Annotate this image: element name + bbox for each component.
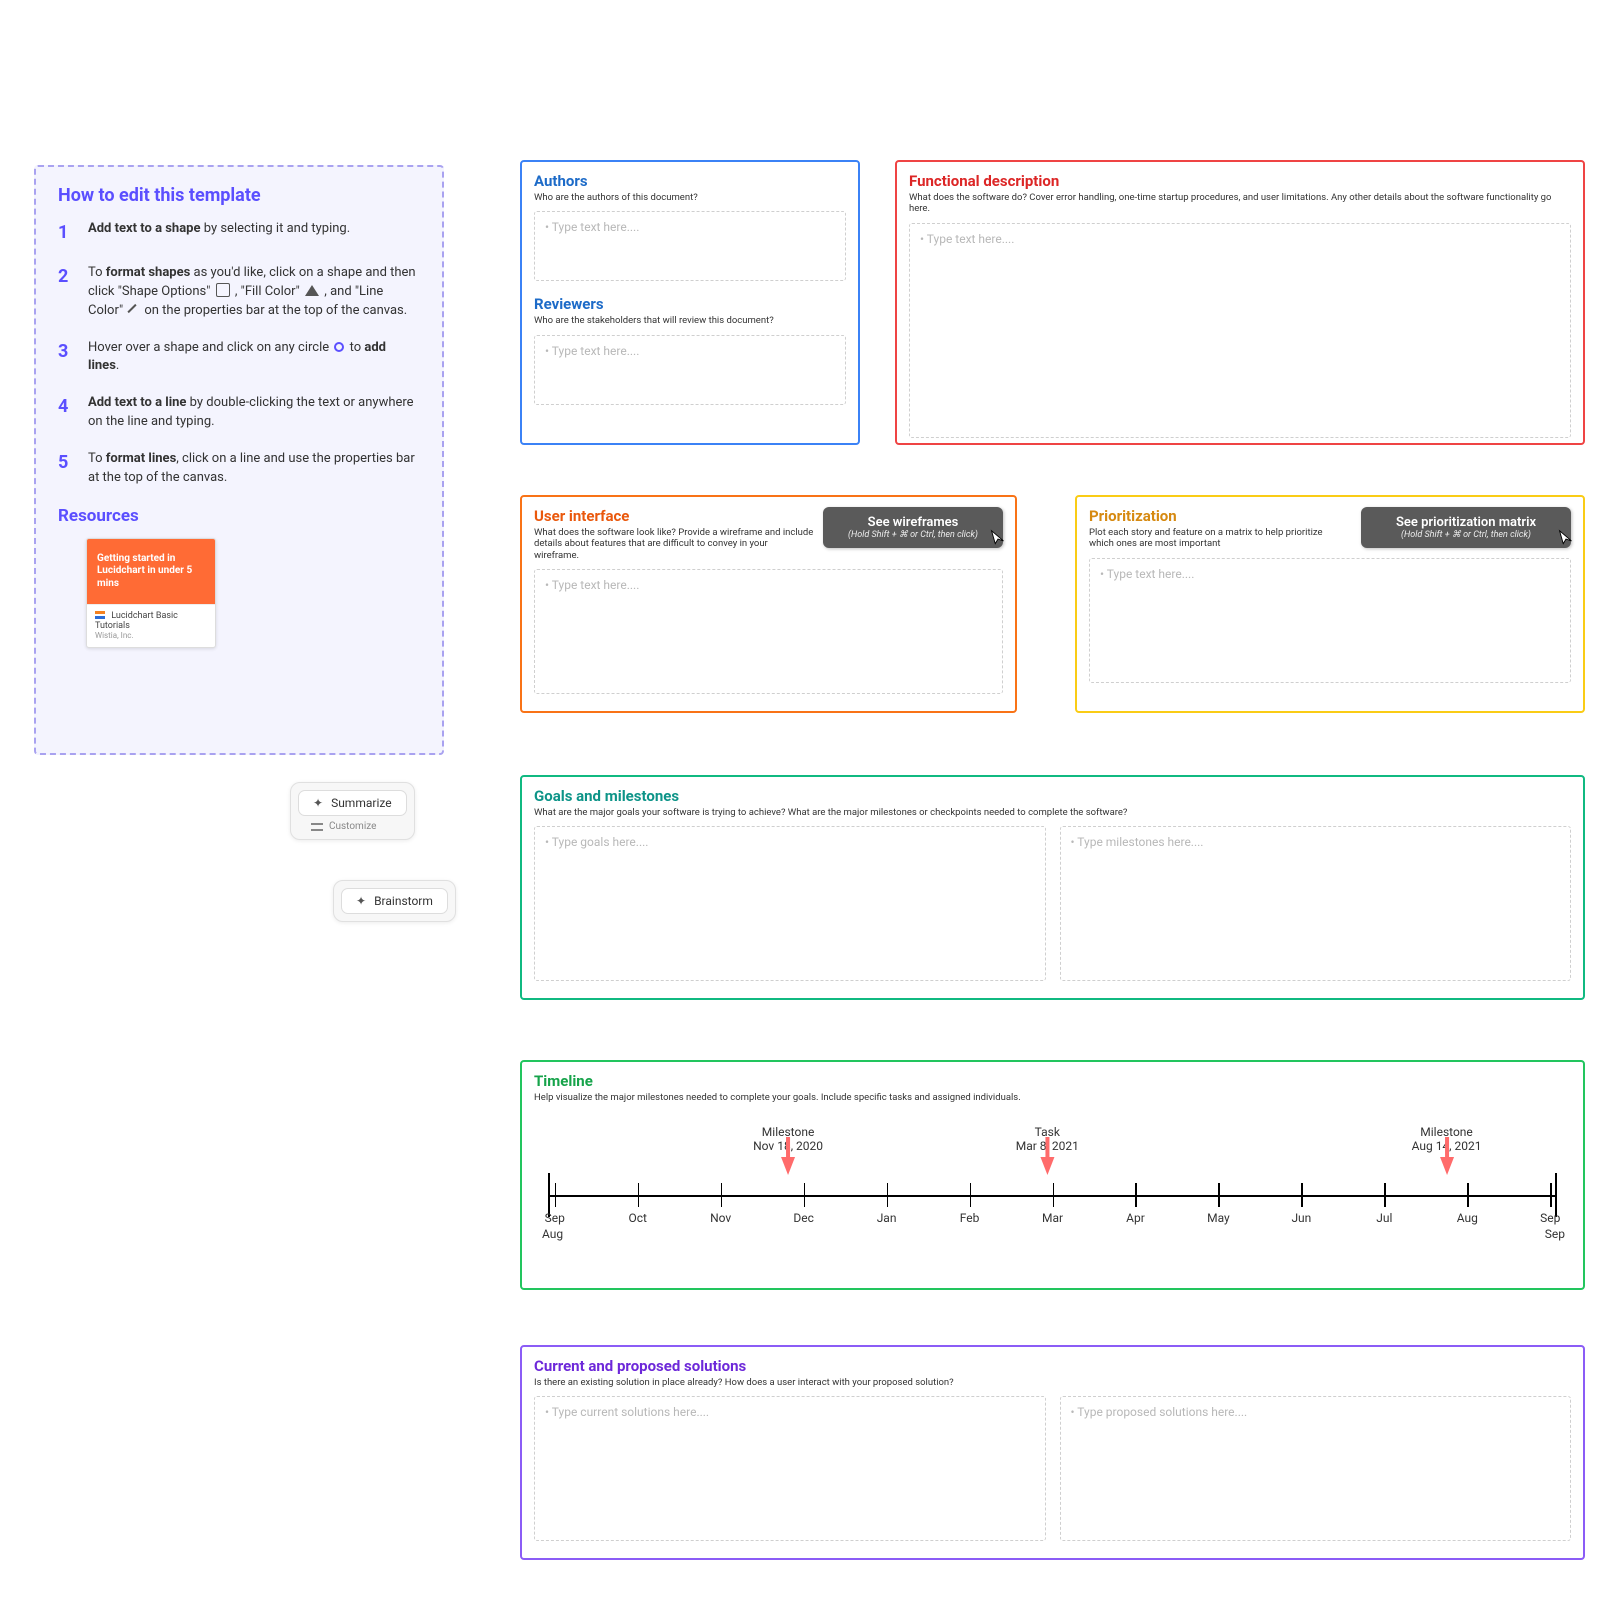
timeline-section[interactable]: Timeline Help visualize the major milest… <box>520 1060 1585 1290</box>
timeline-month-label: Jul <box>1376 1211 1392 1225</box>
timeline-start-label: Aug <box>542 1227 563 1241</box>
reviewers-desc: Who are the stakeholders that will revie… <box>534 315 846 326</box>
cursor-icon <box>987 529 1009 554</box>
timeline-month-label: Feb <box>960 1211 980 1225</box>
howto-step-1: Add text to a shape by selecting it and … <box>88 220 350 246</box>
authors-title: Authors <box>534 172 846 190</box>
resources-heading: Resources <box>58 506 420 526</box>
ui-section[interactable]: User interface What does the software lo… <box>520 495 1017 713</box>
timeline-month-label: Jan <box>877 1211 897 1225</box>
goals-textbox[interactable]: • Type goals here.... <box>534 826 1046 981</box>
timeline-canvas[interactable]: SepOctNovDecJanFebMarAprMayJunJulAugSep … <box>534 1125 1571 1245</box>
current-solutions-textbox[interactable]: • Type current solutions here.... <box>534 1396 1046 1541</box>
reviewers-title: Reviewers <box>534 295 846 313</box>
fill-color-icon <box>305 285 319 296</box>
functional-section[interactable]: Functional description What does the sof… <box>895 160 1585 445</box>
functional-textbox[interactable]: • Type text here.... <box>909 223 1571 438</box>
functional-desc: What does the software do? Cover error h… <box>909 192 1571 215</box>
timeline-month-label: May <box>1207 1211 1230 1225</box>
prioritization-section[interactable]: Prioritization Plot each story and featu… <box>1075 495 1585 713</box>
brainstorm-button[interactable]: ✦ Brainstorm <box>341 888 448 914</box>
goals-section[interactable]: Goals and milestones What are the major … <box>520 775 1585 1000</box>
ui-desc: What does the software look like? Provid… <box>534 527 814 561</box>
reviewers-textbox[interactable]: • Type text here.... <box>534 335 846 405</box>
authors-textbox[interactable]: • Type text here.... <box>534 211 846 281</box>
timeline-desc: Help visualize the major milestones need… <box>534 1092 1571 1103</box>
timeline-marker[interactable]: MilestoneAug 14, 2021 <box>1412 1125 1482 1175</box>
timeline-month-label: Apr <box>1126 1211 1145 1225</box>
resource-caption: Lucidchart Basic Tutorials Wistia, Inc. <box>87 604 215 647</box>
ai-pill-group-summarize: ✦ Summarize Customize <box>290 782 415 840</box>
howto-steps: 1 Add text to a shape by selecting it an… <box>58 220 420 488</box>
summarize-button[interactable]: ✦ Summarize <box>298 790 407 816</box>
resource-thumbnail: Getting started in Lucidchart in under 5… <box>87 539 215 605</box>
sliders-icon <box>311 822 323 832</box>
solutions-desc: Is there an existing solution in place a… <box>534 1377 1571 1388</box>
timeline-marker[interactable]: MilestoneNov 18, 2020 <box>753 1125 823 1175</box>
ai-pill-group-brainstorm: ✦ Brainstorm <box>333 880 456 922</box>
howto-step-3: Hover over a shape and click on any circ… <box>88 339 420 377</box>
timeline-month-label: Dec <box>793 1211 814 1225</box>
timeline-month-label: Nov <box>710 1211 731 1225</box>
timeline-month-label: Jun <box>1291 1211 1311 1225</box>
howto-step-2: To format shapes as you'd like, click on… <box>88 264 420 321</box>
resource-card[interactable]: Getting started in Lucidchart in under 5… <box>86 538 216 649</box>
timeline-month-label: Oct <box>628 1211 646 1225</box>
prioritization-desc: Plot each story and feature on a matrix … <box>1089 527 1339 550</box>
solutions-section[interactable]: Current and proposed solutions Is there … <box>520 1345 1585 1560</box>
cursor-icon <box>1555 529 1577 554</box>
see-prioritization-button[interactable]: See prioritization matrix (Hold Shift + … <box>1361 507 1571 548</box>
customize-button[interactable]: Customize <box>295 819 410 835</box>
timeline-end-label: Sep <box>1545 1227 1565 1241</box>
shape-options-icon <box>216 283 230 297</box>
solutions-title: Current and proposed solutions <box>534 1357 1571 1375</box>
lucidchart-icon <box>95 611 105 619</box>
timeline-month-label: Mar <box>1042 1211 1063 1225</box>
timeline-month-label: Sep <box>545 1211 565 1225</box>
howto-step-5: To format lines, click on a line and use… <box>88 450 420 488</box>
sparkle-icon: ✦ <box>356 894 366 908</box>
howto-panel: How to edit this template 1 Add text to … <box>34 165 444 755</box>
goals-title: Goals and milestones <box>534 787 1571 805</box>
connection-point-icon <box>334 342 344 352</box>
authors-section[interactable]: Authors Who are the authors of this docu… <box>520 160 860 445</box>
timeline-month-label: Aug <box>1457 1211 1478 1225</box>
timeline-marker[interactable]: TaskMar 8, 2021 <box>1016 1125 1079 1175</box>
howto-step-4: Add text to a line by double-clicking th… <box>88 394 420 432</box>
timeline-title: Timeline <box>534 1072 1571 1090</box>
timeline-month-label: Sep <box>1540 1211 1560 1225</box>
howto-title: How to edit this template <box>58 185 420 206</box>
see-wireframes-button[interactable]: See wireframes (Hold Shift + ⌘ or Ctrl, … <box>823 507 1003 548</box>
line-color-icon <box>125 302 139 316</box>
functional-title: Functional description <box>909 172 1571 190</box>
ui-textbox[interactable]: • Type text here.... <box>534 569 1003 694</box>
proposed-solutions-textbox[interactable]: • Type proposed solutions here.... <box>1060 1396 1572 1541</box>
goals-desc: What are the major goals your software i… <box>534 807 1571 818</box>
prioritization-textbox[interactable]: • Type text here.... <box>1089 558 1571 683</box>
milestones-textbox[interactable]: • Type milestones here.... <box>1060 826 1572 981</box>
sparkle-icon: ✦ <box>313 796 323 810</box>
authors-desc: Who are the authors of this document? <box>534 192 846 203</box>
